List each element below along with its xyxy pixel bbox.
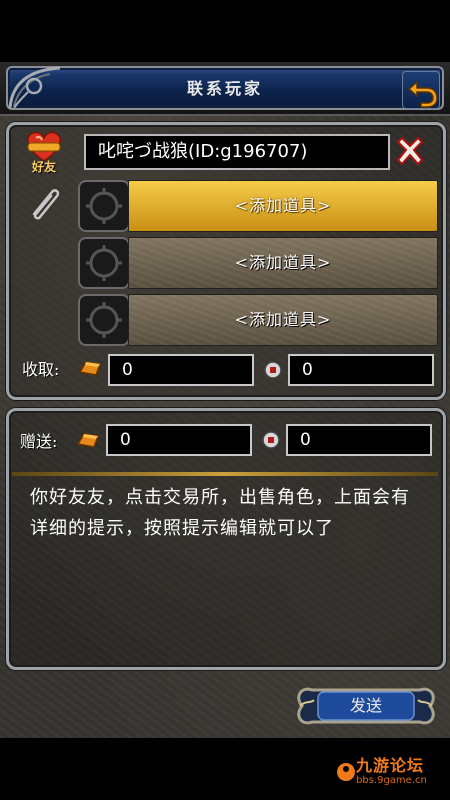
coin-icon	[264, 361, 282, 379]
gold-divider	[12, 472, 438, 476]
paperclip-icon	[32, 189, 60, 220]
message-body[interactable]: 你好友友，点击交易所，出售角色，上面会有详细的提示，按照提示编辑就可以了	[30, 482, 428, 652]
clear-recipient-button[interactable]	[392, 134, 428, 170]
add-item-button-2[interactable]: <添加道具>	[128, 237, 438, 289]
recipient-name-field[interactable]: 叱咤づ战狼(ID:g196707)	[84, 134, 390, 170]
watermark-url: bbs.9game.cn	[356, 775, 427, 786]
empty-slot-icon	[86, 245, 122, 281]
item-slot-2[interactable]	[78, 237, 130, 289]
close-x-icon	[396, 136, 424, 166]
send-button-label[interactable]: 发送	[322, 682, 410, 730]
receive-gold-input[interactable]: 0	[108, 354, 254, 386]
receive-label: 收取:	[22, 360, 60, 379]
gift-gold-input[interactable]: 0	[106, 424, 252, 456]
empty-slot-icon	[86, 302, 122, 338]
back-button[interactable]	[402, 71, 440, 109]
return-arrow-icon	[407, 80, 438, 108]
gift-label: 赠送:	[20, 432, 58, 451]
watermark-brand: 九游论坛	[356, 756, 425, 775]
item-slot-3[interactable]	[78, 294, 130, 346]
gold-ingot-icon	[76, 433, 100, 448]
item-slot-1[interactable]	[78, 180, 130, 232]
page-title: 联系玩家	[186, 79, 263, 98]
add-item-button-3[interactable]: <添加道具>	[128, 294, 438, 346]
receive-coin-input[interactable]: 0	[288, 354, 434, 386]
friend-label: 好友	[31, 160, 56, 174]
gift-coin-input[interactable]: 0	[286, 424, 432, 456]
add-item-button-1[interactable]: <添加道具>	[128, 180, 438, 232]
empty-slot-icon	[86, 188, 122, 224]
gold-ingot-icon	[78, 361, 102, 376]
coin-icon	[262, 431, 280, 449]
title-bar: 联系玩家	[0, 62, 450, 116]
